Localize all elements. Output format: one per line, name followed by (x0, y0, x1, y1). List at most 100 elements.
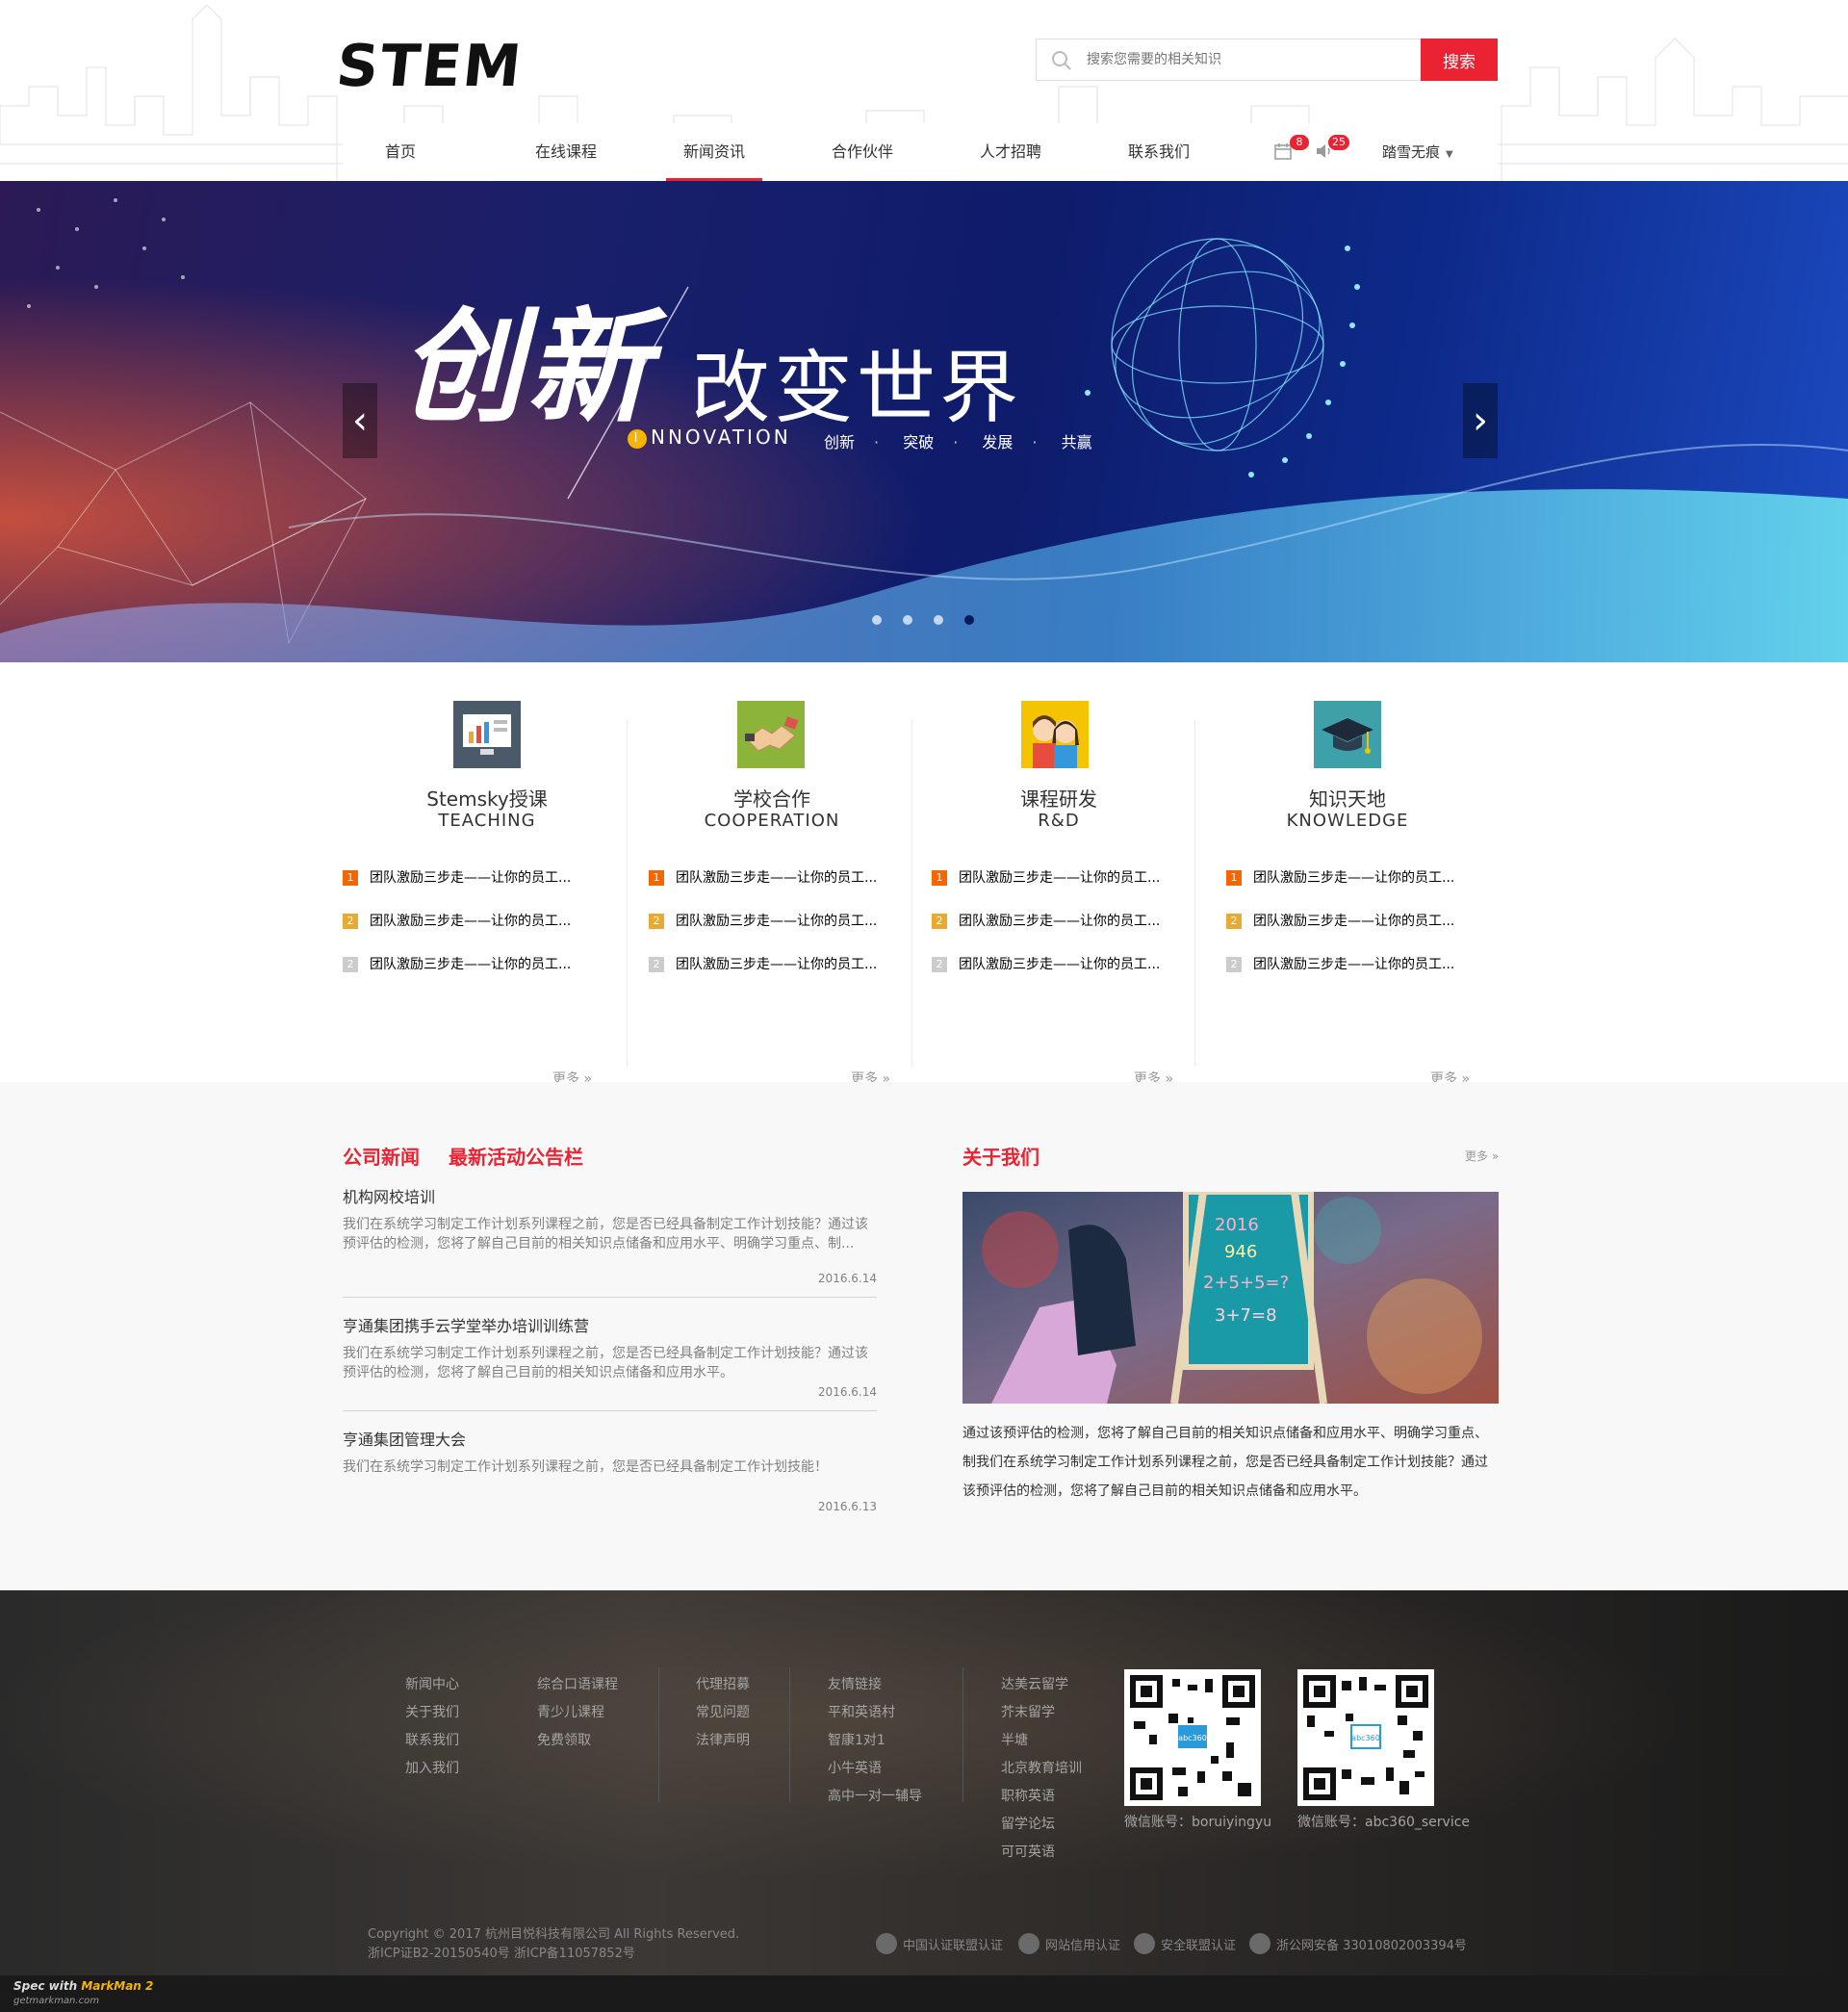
footer-link[interactable]: 友情链接 (828, 1671, 922, 1699)
qr-center-label: abc360 (1178, 1734, 1207, 1742)
cert-badge[interactable]: 网站信用认证 (1018, 1933, 1120, 1954)
search-input[interactable] (1087, 47, 1375, 72)
list-item-text: 团队激励三步走——让你的员工... (1253, 957, 1455, 972)
footer-link[interactable]: 综合口语课程 (537, 1671, 618, 1699)
list-item[interactable]: 2 团队激励三步走——让你的员工... (649, 957, 937, 1000)
list-item[interactable]: 2 团队激励三步走——让你的员工... (649, 914, 937, 957)
list-item-text: 团队激励三步走——让你的员工... (959, 914, 1161, 929)
stem-logo[interactable]: STEM (333, 33, 526, 100)
news-item[interactable]: 亨通集团携手云学堂举办培训训练营 我们在系统学习制定工作计划系列课程之前，您是否… (343, 1298, 877, 1411)
footer-link[interactable]: 达美云留学 (1001, 1671, 1082, 1699)
nav-online-courses[interactable]: 在线课程 (508, 123, 624, 181)
hero-banner: 创新 改变世界 I NNOVATION 创新 · 突破 · 发展 · 共赢 ‹ › (0, 181, 1848, 662)
site-footer: 新闻中心 关于我们 联系我们 加入我们 综合口语课程 青少儿课程 免费领取 代理… (0, 1590, 1848, 1975)
tab-company-news[interactable]: 公司新闻 (343, 1146, 420, 1169)
pagination-dot[interactable] (872, 615, 882, 625)
tab-latest-activities[interactable]: 最新活动公告栏 (449, 1146, 583, 1169)
footer-link[interactable]: 常见问题 (696, 1699, 750, 1727)
footer-link[interactable]: 留学论坛 (1001, 1811, 1082, 1839)
footer-link[interactable]: 可可英语 (1001, 1839, 1082, 1867)
news-description: 我们在系统学习制定工作计划系列课程之前，您是否已经具备制定工作计划技能？通过该预… (343, 1346, 868, 1380)
footer-link[interactable]: 智康1对1 (828, 1727, 922, 1755)
list-item[interactable]: 1 团队激励三步走——让你的员工... (932, 870, 1220, 914)
tag-separator: · (874, 433, 880, 451)
list-item[interactable]: 2 团队激励三步走——让你的员工... (932, 957, 1220, 1000)
search-button[interactable]: 搜索 (1421, 39, 1498, 81)
footer-link[interactable]: 法律声明 (696, 1727, 750, 1755)
rank-badge: 1 (932, 870, 947, 886)
news-title[interactable]: 机构网校培训 (343, 1184, 877, 1207)
list-item[interactable]: 2 团队激励三步走——让你的员工... (1226, 914, 1515, 957)
pagination-dot[interactable] (934, 615, 943, 625)
footer-link[interactable]: 小牛英语 (828, 1755, 922, 1783)
banner-next-button[interactable]: › (1463, 383, 1498, 458)
list-item[interactable]: 2 团队激励三步走——让你的员工... (343, 957, 631, 1000)
nav-careers[interactable]: 人才招聘 (953, 123, 1068, 181)
footer-link[interactable]: 免费领取 (537, 1727, 618, 1755)
list-item-text: 团队激励三步走——让你的员工... (959, 870, 1161, 886)
banner-tag: 创新 (824, 433, 856, 451)
footer-link[interactable]: 关于我们 (405, 1699, 459, 1727)
pagination-dot[interactable] (903, 615, 912, 625)
students-icon[interactable] (1021, 701, 1089, 768)
news-title[interactable]: 亨通集团携手云学堂举办培训训练营 (343, 1313, 877, 1336)
shield-icon (1018, 1933, 1040, 1954)
news-title[interactable]: 亨通集团管理大会 (343, 1427, 877, 1450)
site-header: STEM 搜索 首页 在线课程 新闻资讯 合作伙伴 人才招聘 联系我们 8 25… (0, 0, 1848, 181)
footer-link[interactable]: 高中一对一辅导 (828, 1783, 922, 1811)
list-item[interactable]: 1 团队激励三步走——让你的员工... (343, 870, 631, 914)
cert-label: 浙公网安备 33010802003394号 (1276, 1938, 1467, 1953)
column-divider (1194, 720, 1195, 1067)
news-tabs: 公司新闻 最新活动公告栏 (343, 1142, 612, 1170)
feature-subtitle: TEACHING (438, 811, 536, 831)
about-more-link[interactable]: 更多 » (1465, 1148, 1499, 1164)
list-item[interactable]: 2 团队激励三步走——让你的员工... (932, 914, 1220, 957)
nav-home[interactable]: 首页 (343, 123, 458, 181)
nav-news[interactable]: 新闻资讯 (656, 123, 772, 181)
footer-link[interactable]: 新闻中心 (405, 1671, 459, 1699)
footer-link[interactable]: 平和英语村 (828, 1699, 922, 1727)
tag-separator: · (953, 433, 959, 451)
copyright-line-1: Copyright © 2017 杭州目悦科技有限公司 All Rights R… (368, 1927, 740, 1942)
footer-link[interactable]: 青少儿课程 (537, 1699, 618, 1727)
footer-link[interactable]: 代理招募 (696, 1671, 750, 1699)
footer-link[interactable]: 职称英语 (1001, 1783, 1082, 1811)
rank-badge: 2 (343, 914, 358, 929)
list-item[interactable]: 1 团队激励三步走——让你的员工... (1226, 870, 1515, 914)
pagination-dot-active[interactable] (964, 615, 974, 625)
list-item-text: 团队激励三步走——让你的员工... (1253, 914, 1455, 929)
footer-link[interactable]: 北京教育培训 (1001, 1755, 1082, 1783)
news-item[interactable]: 亨通集团管理大会 我们在系统学习制定工作计划系列课程之前，您是否已经具备制定工作… (343, 1411, 877, 1525)
user-menu[interactable]: 踏雪无痕 ▼ (1382, 123, 1453, 181)
about-us-image[interactable]: 2016 946 2+5+5=? 3+7=8 (962, 1192, 1499, 1404)
monitor-chart-icon[interactable] (453, 701, 521, 768)
banner-prev-button[interactable]: ‹ (343, 383, 377, 458)
banner-subtitle: I NNOVATION (628, 426, 791, 449)
rank-badge: 2 (1226, 957, 1242, 972)
footer-links-col2: 综合口语课程 青少儿课程 免费领取 (537, 1671, 618, 1755)
graduation-cap-icon[interactable] (1314, 701, 1381, 768)
footer-divider (658, 1667, 659, 1802)
cert-badge[interactable]: 中国认证联盟认证 (876, 1933, 1003, 1954)
security-shield-icon (1134, 1933, 1155, 1954)
footer-link[interactable]: 加入我们 (405, 1755, 459, 1783)
nav-contact[interactable]: 联系我们 (1101, 123, 1217, 181)
footer-links-col3: 代理招募 常见问题 法律声明 (696, 1671, 750, 1755)
qr-caption-2: 微信账号：abc360_service (1297, 1815, 1471, 1830)
cert-badge[interactable]: 浙公网安备 33010802003394号 (1249, 1933, 1467, 1954)
news-date: 2016.6.14 (817, 1385, 877, 1399)
cert-badge[interactable]: 安全联盟认证 (1134, 1933, 1236, 1954)
footer-link[interactable]: 芥末留学 (1001, 1699, 1082, 1727)
footer-links-col5: 达美云留学 芥末留学 半塘 北京教育培训 职称英语 留学论坛 可可英语 (1001, 1671, 1082, 1867)
list-item[interactable]: 2 团队激励三步走——让你的员工... (343, 914, 631, 957)
list-item-text: 团队激励三步走——让你的员工... (676, 870, 878, 886)
nav-partners[interactable]: 合作伙伴 (805, 123, 920, 181)
footer-link[interactable]: 半塘 (1001, 1727, 1082, 1755)
list-item[interactable]: 2 团队激励三步走——让你的员工... (1226, 957, 1515, 1000)
chalk-line: 946 (1224, 1242, 1257, 1262)
banner-tags: 创新 · 突破 · 发展 · 共赢 (824, 429, 1112, 452)
handshake-icon[interactable] (737, 701, 805, 768)
list-item[interactable]: 1 团队激励三步走——让你的员工... (649, 870, 937, 914)
news-item[interactable]: 机构网校培训 我们在系统学习制定工作计划系列课程之前，您是否已经具备制定工作计划… (343, 1184, 877, 1298)
footer-link[interactable]: 联系我们 (405, 1727, 459, 1755)
